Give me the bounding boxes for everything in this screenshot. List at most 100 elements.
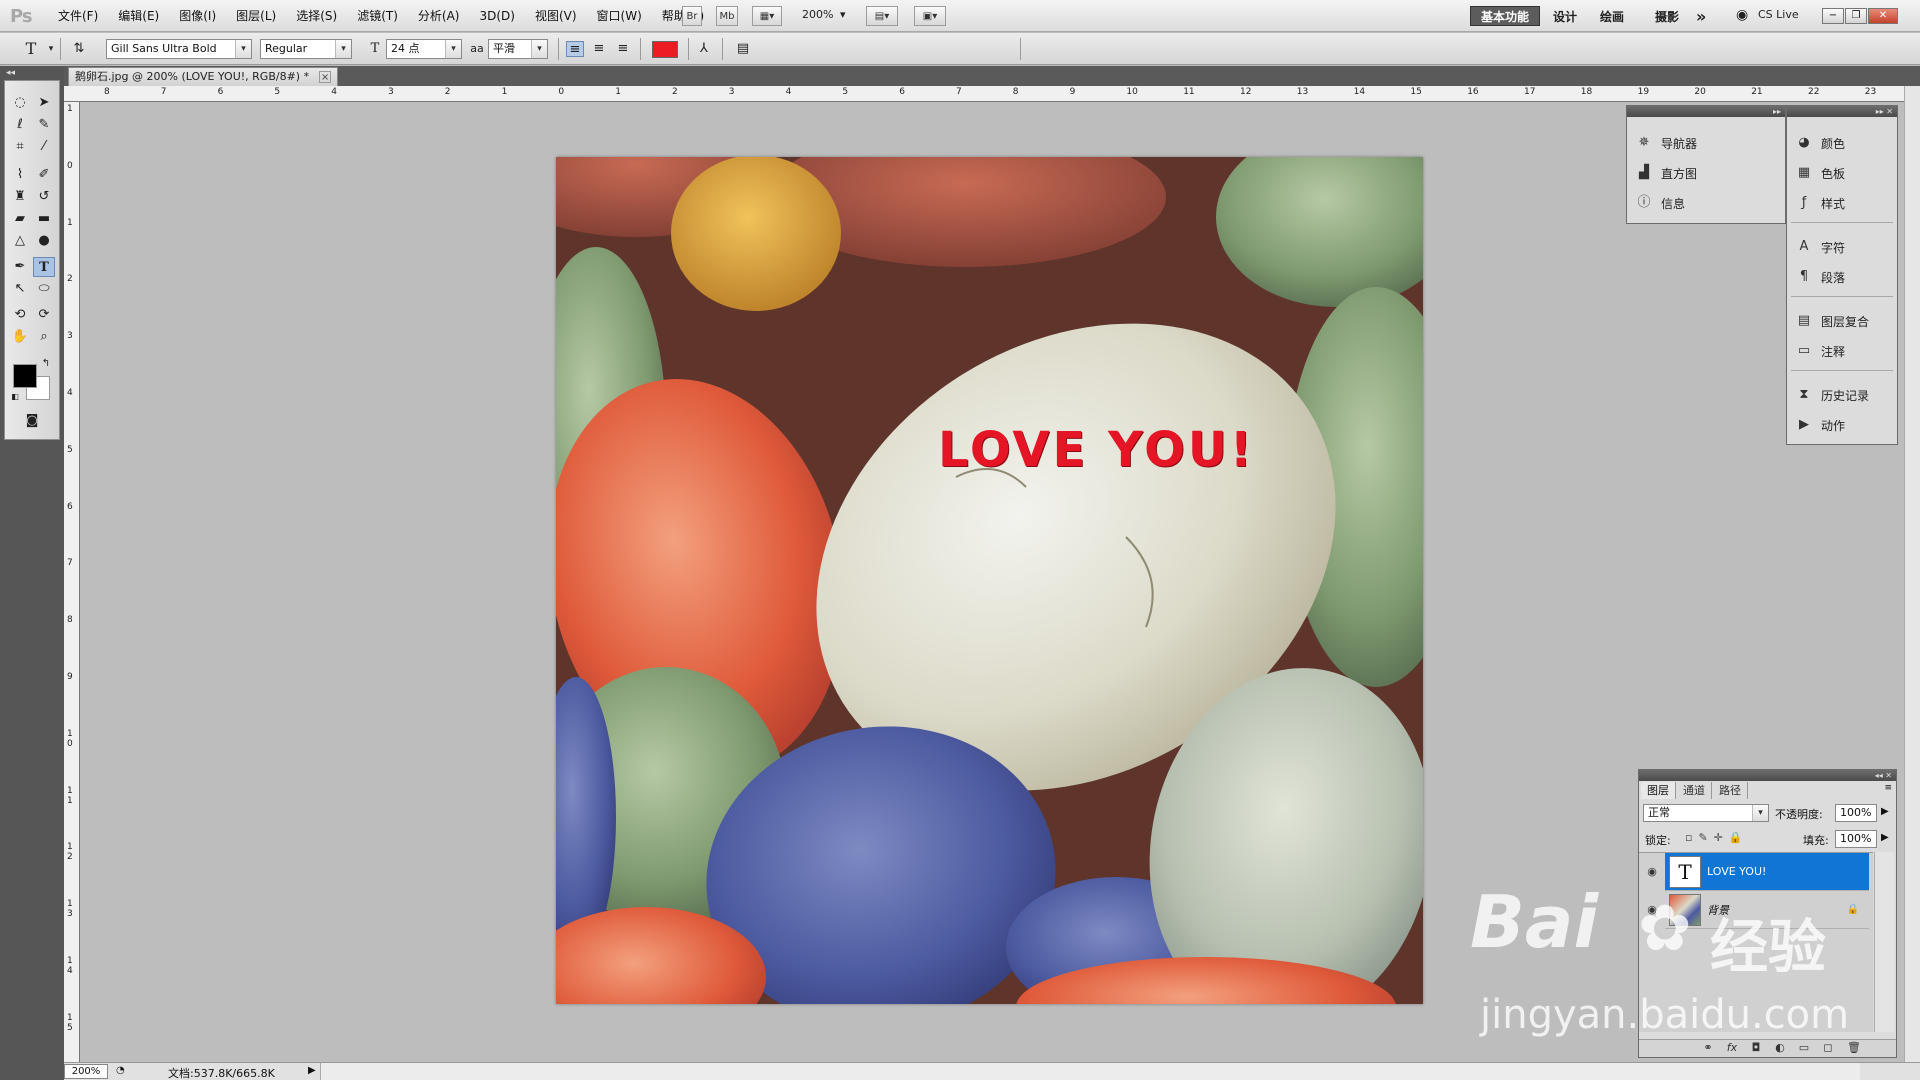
menu-file[interactable]: 文件(F) <box>48 0 108 32</box>
panel-item-color[interactable]: ◕ 颜色 <box>1795 132 1845 154</box>
cs-live-button[interactable]: CS Live <box>1758 8 1799 21</box>
mini-bridge-button[interactable]: Mb <box>716 6 738 26</box>
lock-options-icon[interactable]: ▫✎✛🔒 <box>1685 831 1749 844</box>
menu-layer[interactable]: 图层(L) <box>226 0 286 32</box>
workspace-basic[interactable]: 基本功能 <box>1470 6 1541 26</box>
layer-list-scrollbar[interactable] <box>1874 852 1894 1032</box>
gradient-tool-icon[interactable]: ▬ <box>33 209 55 229</box>
antialias-select[interactable]: 平滑 ▾ <box>488 39 548 59</box>
dodge-tool-icon[interactable]: ● <box>33 231 55 251</box>
arrange-documents-icon[interactable]: ▤▾ <box>866 6 898 26</box>
healing-brush-tool-icon[interactable]: ⌇ <box>9 165 31 185</box>
menu-edit[interactable]: 编辑(E) <box>108 0 169 32</box>
close-icon[interactable]: × <box>319 71 332 83</box>
chevron-down-icon[interactable]: ▾ <box>42 41 60 57</box>
panel-item-character[interactable]: A 字符 <box>1795 236 1845 258</box>
layer-row-text[interactable]: T LOVE YOU! <box>1665 853 1869 891</box>
vertical-ruler[interactable]: 101234567891 01 11 21 31 41 5 <box>64 102 80 1062</box>
history-brush-tool-icon[interactable]: ↺ <box>33 187 55 207</box>
new-group-icon[interactable]: ▭ <box>1795 1041 1813 1057</box>
workspace-painting[interactable]: 绘画 <box>1590 6 1634 26</box>
vertical-scrollbar[interactable] <box>1904 86 1920 1062</box>
more-workspaces-button[interactable]: » <box>1686 6 1716 26</box>
panel-item-swatches[interactable]: ▦ 色板 <box>1795 162 1845 184</box>
align-right-icon[interactable]: ≡ <box>614 41 632 57</box>
crop-tool-icon[interactable]: ⌗ <box>9 137 31 157</box>
panel-item-notes[interactable]: ▭ 注释 <box>1795 340 1845 362</box>
adjustment-layer-icon[interactable]: ◐ <box>1771 1041 1789 1057</box>
cs-live-icon[interactable]: ◉ <box>1736 7 1748 23</box>
move-tool-icon[interactable]: ➤ <box>33 93 55 113</box>
pen-tool-icon[interactable]: ✒ <box>9 257 31 277</box>
zoom-level-dropdown[interactable]: 200% <box>802 8 833 21</box>
quick-mask-icon[interactable]: ◙ <box>21 411 43 431</box>
zoom-input[interactable]: 200% <box>64 1064 108 1079</box>
3d-rotate-tool-icon[interactable]: ⟲ <box>9 305 31 325</box>
collapse-icon[interactable]: ◂◂ <box>6 68 15 78</box>
font-size-select[interactable]: 24 点 ▾ <box>386 39 462 59</box>
character-panel-toggle-icon[interactable]: ▤ <box>734 41 752 57</box>
horizontal-scrollbar[interactable] <box>320 1063 1860 1080</box>
pebbles-image[interactable]: LOVE YOU! <box>556 157 1423 1004</box>
chevron-down-icon[interactable]: ▾ <box>335 40 351 58</box>
layer-mask-icon[interactable]: ◘ <box>1747 1041 1765 1057</box>
eyedropper-tool-icon[interactable]: ⁄ <box>33 137 55 157</box>
status-info-icon[interactable]: ◔ <box>116 1065 125 1076</box>
panel-item-history[interactable]: ⧗ 历史记录 <box>1795 384 1869 406</box>
restore-button[interactable]: ❐ <box>1845 8 1867 24</box>
default-colors-icon[interactable]: ◧ <box>9 391 21 403</box>
menu-view[interactable]: 视图(V) <box>525 0 587 32</box>
tab-channels[interactable]: 通道 <box>1677 782 1712 799</box>
fill-input[interactable]: 100% <box>1835 830 1877 848</box>
view-extras-icon[interactable]: ▦▾ <box>752 6 782 26</box>
eye-icon[interactable]: ◉ <box>1643 901 1661 919</box>
hand-tool-icon[interactable]: ✋ <box>9 327 31 347</box>
menu-image[interactable]: 图像(I) <box>169 0 226 32</box>
panel-close-icon[interactable]: ◂◂ ✕ <box>1639 770 1896 781</box>
panel-item-navigator[interactable]: ✵ 导航器 <box>1635 132 1697 154</box>
panel-item-layer-comps[interactable]: ▤ 图层复合 <box>1795 310 1869 332</box>
chevron-down-icon[interactable]: ▾ <box>840 8 846 21</box>
delete-layer-icon[interactable]: 🗑 <box>1845 1041 1863 1057</box>
canvas-text-layer[interactable]: LOVE YOU! <box>938 422 1255 478</box>
brush-tool-icon[interactable]: ✐ <box>33 165 55 185</box>
minimize-button[interactable]: − <box>1822 8 1844 24</box>
new-layer-icon[interactable]: ◻ <box>1819 1041 1837 1057</box>
panel-item-info[interactable]: ⓘ 信息 <box>1635 192 1685 214</box>
chevron-down-icon[interactable]: ▾ <box>445 40 461 58</box>
screen-mode-icon[interactable]: ▣▾ <box>914 6 946 26</box>
type-tool-icon[interactable]: T <box>33 257 55 277</box>
opacity-input[interactable]: 100% <box>1835 804 1877 822</box>
opacity-arrow-icon[interactable]: ▶ <box>1881 806 1889 817</box>
bridge-button[interactable]: Br <box>682 6 702 26</box>
workspace-photography[interactable]: 摄影 <box>1645 6 1689 26</box>
workspace-design[interactable]: 设计 <box>1543 6 1587 26</box>
type-tool-preset-icon[interactable]: T <box>22 41 40 57</box>
document-tab[interactable]: 鹅卵石.jpg @ 200% (LOVE YOU!, RGB/8#) * × <box>68 67 339 86</box>
chevron-down-icon[interactable]: ▾ <box>531 40 547 58</box>
panel-item-styles[interactable]: ƒ 样式 <box>1795 192 1845 214</box>
foreground-color-swatch[interactable] <box>13 364 37 388</box>
eye-icon[interactable]: ◉ <box>1643 863 1661 881</box>
path-selection-tool-icon[interactable]: ↖ <box>9 279 31 299</box>
font-style-select[interactable]: Regular ▾ <box>260 39 352 59</box>
menu-window[interactable]: 窗口(W) <box>587 0 652 32</box>
eraser-tool-icon[interactable]: ▰ <box>9 209 31 229</box>
panel-item-paragraph[interactable]: ¶ 段落 <box>1795 266 1845 288</box>
horizontal-ruler[interactable]: 8 7 6 5 4 3 2 1 0 1 2 3 4 5 6 7 8 9 10 11 12 13 14 15 16 17 18 19 20… <box>64 86 1904 102</box>
layer-row-background[interactable]: 背景 🔒 <box>1665 891 1869 929</box>
3d-orbit-tool-icon[interactable]: ⟳ <box>33 305 55 325</box>
layer-style-icon[interactable]: fx <box>1723 1041 1741 1057</box>
panel-close-icon[interactable]: ▸▸ ✕ <box>1787 106 1897 117</box>
tab-paths[interactable]: 路径 <box>1713 782 1748 799</box>
menu-filter[interactable]: 滤镜(T) <box>347 0 408 32</box>
chevron-down-icon[interactable]: ▾ <box>235 40 251 58</box>
panel-item-actions[interactable]: ▶ 动作 <box>1795 414 1845 436</box>
text-orientation-icon[interactable]: ⇅ <box>70 41 88 57</box>
menu-select[interactable]: 选择(S) <box>286 0 347 32</box>
font-family-select[interactable]: Gill Sans Ultra Bold ▾ <box>106 39 252 59</box>
quick-select-tool-icon[interactable]: ✎ <box>33 115 55 135</box>
text-color-swatch[interactable] <box>652 41 678 58</box>
link-layers-icon[interactable]: ⚭ <box>1699 1041 1717 1057</box>
ellipse-tool-icon[interactable]: ⬭ <box>33 279 55 299</box>
